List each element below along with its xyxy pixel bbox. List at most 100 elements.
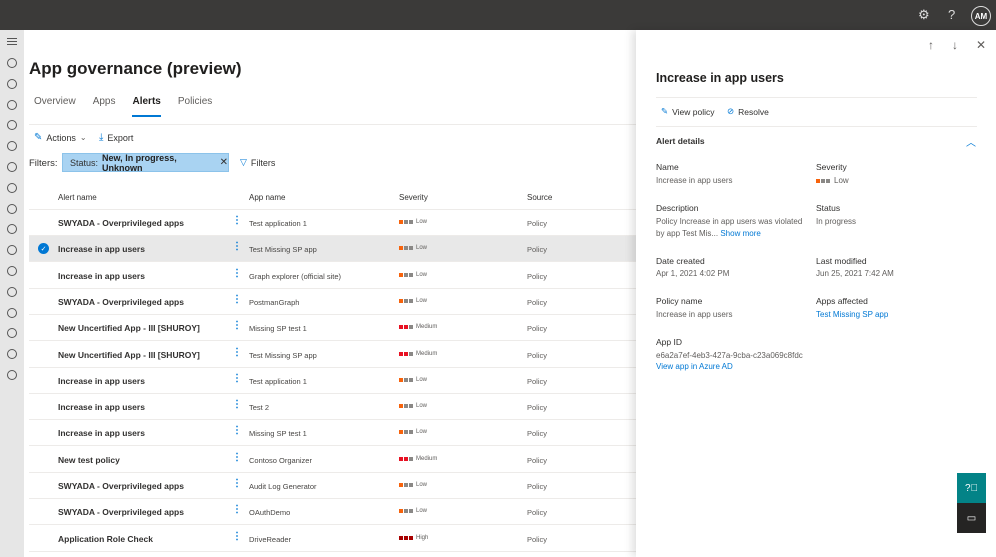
nav-item-icon[interactable] [7,58,17,68]
nav-item-icon[interactable] [7,266,17,276]
apps-affected-link[interactable]: Test Missing SP app [816,309,888,321]
alert-name[interactable]: New Uncertified App - III [SHUROY] [58,350,200,360]
severity-bar [404,272,408,277]
more-options-icon[interactable]: ⋮ [232,216,242,226]
alert-name[interactable]: SWYADA - Overprivileged apps [58,507,184,517]
severity-text: Low [416,482,428,488]
more-options-icon[interactable]: ⋮ [232,400,242,410]
left-nav-rail [0,30,24,557]
export-button[interactable]: ⤓ Export [99,132,133,143]
alert-name[interactable]: New test policy [58,455,120,465]
arrow-down-icon[interactable]: ↓ [952,38,958,52]
more-options-icon[interactable]: ⋮ [232,321,242,331]
close-icon[interactable]: ✕ [220,157,228,168]
avatar[interactable]: AM [971,6,991,26]
nav-item-icon[interactable] [7,307,17,318]
alert-name[interactable]: Increase in app users [58,428,145,438]
severity-indicator: Low [399,482,427,488]
table-row[interactable]: New test policy ⋮ Contoso Organizer Medium P… [29,447,636,473]
table-row[interactable]: Increase in app users ⋮ Test application 1… [29,368,636,394]
table-row[interactable]: SWYADA - Overprivileged apps ⋮ OAuthDemo Lo… [29,499,636,526]
alert-name[interactable]: Increase in app users [58,271,145,281]
show-more-link[interactable]: Show more [720,229,760,238]
alert-name[interactable]: New Uncertified App - III [SHUROY] [58,323,200,333]
tab-alerts[interactable]: Alerts [132,96,161,117]
table-row[interactable]: New Uncertified App - III [SHUROY] ⋮ Test … [29,342,636,368]
more-options-icon[interactable]: ⋮ [232,294,242,305]
status-filter-pill[interactable]: Status: New, In progress, Unknown ✕ [62,153,229,173]
nav-item-icon[interactable] [7,245,17,256]
table-row[interactable]: Increase in app users ⋮ Graph explorer (of… [29,263,636,289]
severity-bar [404,535,408,540]
more-options-icon[interactable]: ⋮ [232,347,242,358]
nav-item-icon[interactable] [7,349,17,360]
table-row[interactable]: Increase in app users ⋮ Missing SP test 1 L… [29,420,636,447]
actions-button[interactable]: ✎ Actions ⌄ [34,132,87,143]
view-policy-button[interactable]: ✎ View policy [661,106,715,117]
filter-key: Status: [70,157,99,168]
more-options-icon[interactable]: ⋮ [232,242,242,252]
alert-details-heading[interactable]: Alert details [656,136,705,146]
more-options-icon[interactable]: ⋮ [232,479,242,489]
table-row[interactable]: New Uncertified App - III [SHUROY] ⋮ Missi… [29,315,636,342]
more-options-icon[interactable]: ⋮ [232,505,242,515]
table-row[interactable]: Increase in app users ⋮ Test 2 Low Policy [29,394,636,421]
column-header-severity[interactable]: Severity [399,193,428,202]
alert-name[interactable]: Application Role Check [58,534,153,544]
view-app-azure-link[interactable]: View app in Azure AD [656,361,733,373]
nav-item-icon[interactable] [7,99,17,110]
alert-name[interactable]: SWYADA - Overprivileged apps [58,218,184,228]
column-header-alert-name[interactable]: Alert name [58,193,97,202]
more-options-icon[interactable]: ⋮ [232,426,242,436]
severity-bar [404,404,408,409]
severity-text: Low [416,403,428,410]
nav-item-icon[interactable] [7,162,17,172]
nav-item-icon[interactable] [7,224,17,235]
alert-name[interactable]: Increase in app users [58,402,145,412]
nav-item-icon[interactable] [7,120,17,131]
nav-item-icon[interactable] [7,78,17,89]
nav-item-icon[interactable] [7,286,17,297]
column-header-source[interactable]: Source [527,193,552,202]
severity-indicator: Medium [399,456,437,462]
resolve-button[interactable]: ⊘ Resolve [727,106,769,117]
more-options-icon[interactable]: ⋮ [232,268,242,279]
tab-policies[interactable]: Policies [178,96,212,117]
nav-item-icon[interactable] [7,370,17,380]
gear-icon[interactable]: ⚙ [918,7,930,23]
table-row[interactable]: SWYADA - Overprivileged apps ⋮ Test applic… [29,210,636,236]
table-row[interactable]: SWYADA - Overprivileged apps ⋮ PostmanGrap… [29,289,636,315]
chevron-up-icon[interactable]: ︿ [966,134,976,149]
more-options-icon[interactable]: ⋮ [232,452,242,463]
nav-item-icon[interactable] [7,203,17,214]
alert-name[interactable]: SWYADA - Overprivileged apps [58,297,184,307]
severity-bar [404,456,408,461]
tab-bar: Overview Apps Alerts Policies [34,96,229,117]
checkmark-icon[interactable]: ✓ [38,243,49,255]
tab-apps[interactable]: Apps [93,96,116,117]
nav-item-icon[interactable] [7,328,17,339]
nav-item-icon[interactable] [7,182,17,193]
help-button[interactable]: ?⃝ [957,473,986,503]
alert-name[interactable]: Increase in app users [58,244,145,254]
filters-button[interactable]: ▽ Filters [240,157,275,168]
alert-name[interactable]: Increase in app users [58,376,145,386]
column-header-app-name[interactable]: App name [249,193,285,202]
question-icon[interactable]: ? [948,7,955,22]
source: Policy [527,376,548,386]
table-row[interactable]: Application Role Check ⋮ DriveReader High Po… [29,526,636,552]
hamburger-menu-icon[interactable] [7,38,17,45]
alert-name[interactable]: SWYADA - Overprivileged apps [58,481,184,491]
main-content: App governance (preview) Overview Apps A… [24,30,636,557]
nav-item-icon[interactable] [7,141,17,152]
more-options-icon[interactable]: ⋮ [232,531,242,542]
close-icon[interactable]: ✕ [976,38,986,52]
app-name: Missing SP test 1 [249,324,307,334]
arrow-up-icon[interactable]: ↑ [928,38,934,52]
tab-overview[interactable]: Overview [34,96,76,117]
more-options-icon[interactable]: ⋮ [232,373,242,384]
feedback-button[interactable]: ▭ [957,503,986,533]
table-row[interactable]: ✓ Increase in app users ⋮ Test Missing SP a… [29,236,636,263]
table-row[interactable]: SWYADA - Overprivileged apps ⋮ Audit Log G… [29,473,636,499]
app-name: Test application 1 [249,219,307,228]
